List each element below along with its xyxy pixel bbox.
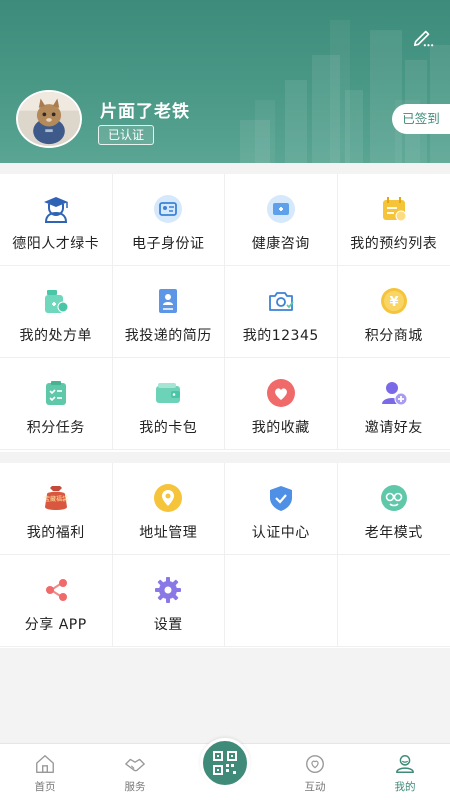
- nav-label: 我的: [394, 781, 416, 793]
- username: 片面了老铁: [100, 102, 190, 122]
- service-address-manage[interactable]: 地址管理: [112, 463, 225, 555]
- service-appointments[interactable]: 我的预约列表: [337, 174, 450, 266]
- service-label: 我投递的简历: [124, 328, 212, 344]
- service-welfare[interactable]: 宝藏福袋 我的福利: [0, 463, 113, 555]
- welfare-icon: 宝藏福袋: [44, 486, 68, 510]
- empty-cell: [337, 555, 450, 647]
- service-auth-center[interactable]: 认证中心: [225, 463, 338, 555]
- services-grid-secondary: 宝藏福袋 我的福利 地址管理 认证中心 老年模式 分享 APP 设置: [0, 463, 450, 648]
- nav-interact[interactable]: 互动: [270, 744, 360, 800]
- service-favorites[interactable]: 我的收藏: [225, 358, 338, 450]
- qr-code-icon: [213, 751, 237, 775]
- nav-label: 首页: [34, 781, 56, 793]
- service-label: 健康咨询: [251, 236, 310, 252]
- service-prescriptions[interactable]: 我的处方单: [0, 266, 113, 358]
- service-settings[interactable]: 设置: [112, 555, 225, 647]
- service-label: 我的处方单: [19, 328, 92, 344]
- service-health-consult[interactable]: 健康咨询: [225, 174, 338, 266]
- nav-label: 互动: [304, 781, 326, 793]
- service-label: 分享 APP: [24, 617, 87, 633]
- service-label: 老年模式: [364, 525, 423, 541]
- invite-icon: [381, 382, 408, 406]
- nav-label: 服务: [124, 781, 146, 793]
- service-label: 认证中心: [251, 525, 310, 541]
- service-12345[interactable]: 我的12345: [225, 266, 338, 358]
- nav-mine[interactable]: 我的: [360, 744, 450, 800]
- service-label: 我的12345: [242, 328, 319, 344]
- service-points-tasks[interactable]: 积分任务: [0, 358, 113, 450]
- home-icon: [36, 755, 54, 773]
- signin-button[interactable]: 已签到: [392, 104, 450, 134]
- service-card-wallet[interactable]: 我的卡包: [112, 358, 225, 450]
- qr-code-button[interactable]: [200, 738, 250, 788]
- service-label: 地址管理: [139, 525, 198, 541]
- service-label: 积分商城: [364, 328, 423, 344]
- service-label: 我的卡包: [139, 420, 198, 436]
- service-points-mall[interactable]: ¥ 积分商城: [337, 266, 450, 358]
- location-icon: [154, 484, 183, 512]
- service-label: 积分任务: [26, 420, 85, 436]
- edit-icon[interactable]: [412, 26, 434, 48]
- profile-header: 片面了老铁 已认证 已签到: [0, 0, 450, 163]
- wallet-icon: [156, 383, 181, 403]
- service-label: 我的收藏: [251, 420, 310, 436]
- share-icon: [45, 579, 67, 601]
- health-icon: [266, 195, 295, 223]
- talent-icon: [43, 197, 68, 223]
- service-label: 邀请好友: [364, 420, 423, 436]
- nav-services[interactable]: 服务: [90, 744, 180, 800]
- service-label: 德阳人才绿卡: [12, 236, 100, 252]
- service-resumes[interactable]: 我投递的简历: [112, 266, 225, 358]
- heart-icon: [266, 379, 295, 407]
- service-elder-mode[interactable]: 老年模式: [337, 463, 450, 555]
- user-icon: [396, 755, 414, 773]
- handshake-icon: [125, 758, 145, 772]
- service-e-id-card[interactable]: 电子身份证: [112, 174, 225, 266]
- interact-icon: [306, 755, 324, 773]
- camera-icon: [268, 292, 294, 311]
- task-icon: [45, 381, 66, 405]
- avatar[interactable]: [16, 90, 82, 148]
- yen-icon: ¥: [380, 288, 407, 314]
- service-label: 电子身份证: [132, 236, 205, 252]
- service-label: 我的预约列表: [350, 236, 438, 252]
- prescription-icon: [44, 290, 69, 313]
- service-share-app[interactable]: 分享 APP: [0, 555, 113, 647]
- id-card-icon: [154, 195, 183, 223]
- service-invite-friends[interactable]: 邀请好友: [337, 358, 450, 450]
- resume-icon: [159, 289, 178, 313]
- service-label: 设置: [153, 617, 183, 633]
- gear-icon: [155, 577, 182, 603]
- nav-home[interactable]: 首页: [0, 744, 90, 800]
- welfare-icon-text: 宝藏福袋: [44, 495, 68, 503]
- service-talent-card[interactable]: 德阳人才绿卡: [0, 174, 113, 266]
- services-grid-primary: 德阳人才绿卡 电子身份证 健康咨询 我的预约列表 我的处方单 我投递的简历 我的…: [0, 174, 450, 452]
- calendar-icon: [382, 197, 407, 222]
- elder-icon: [380, 485, 407, 511]
- empty-cell: [225, 555, 338, 647]
- shield-icon: [269, 486, 292, 511]
- service-label: 我的福利: [26, 525, 85, 541]
- svg-text:¥: ¥: [389, 295, 398, 310]
- verified-badge: 已认证: [98, 125, 155, 145]
